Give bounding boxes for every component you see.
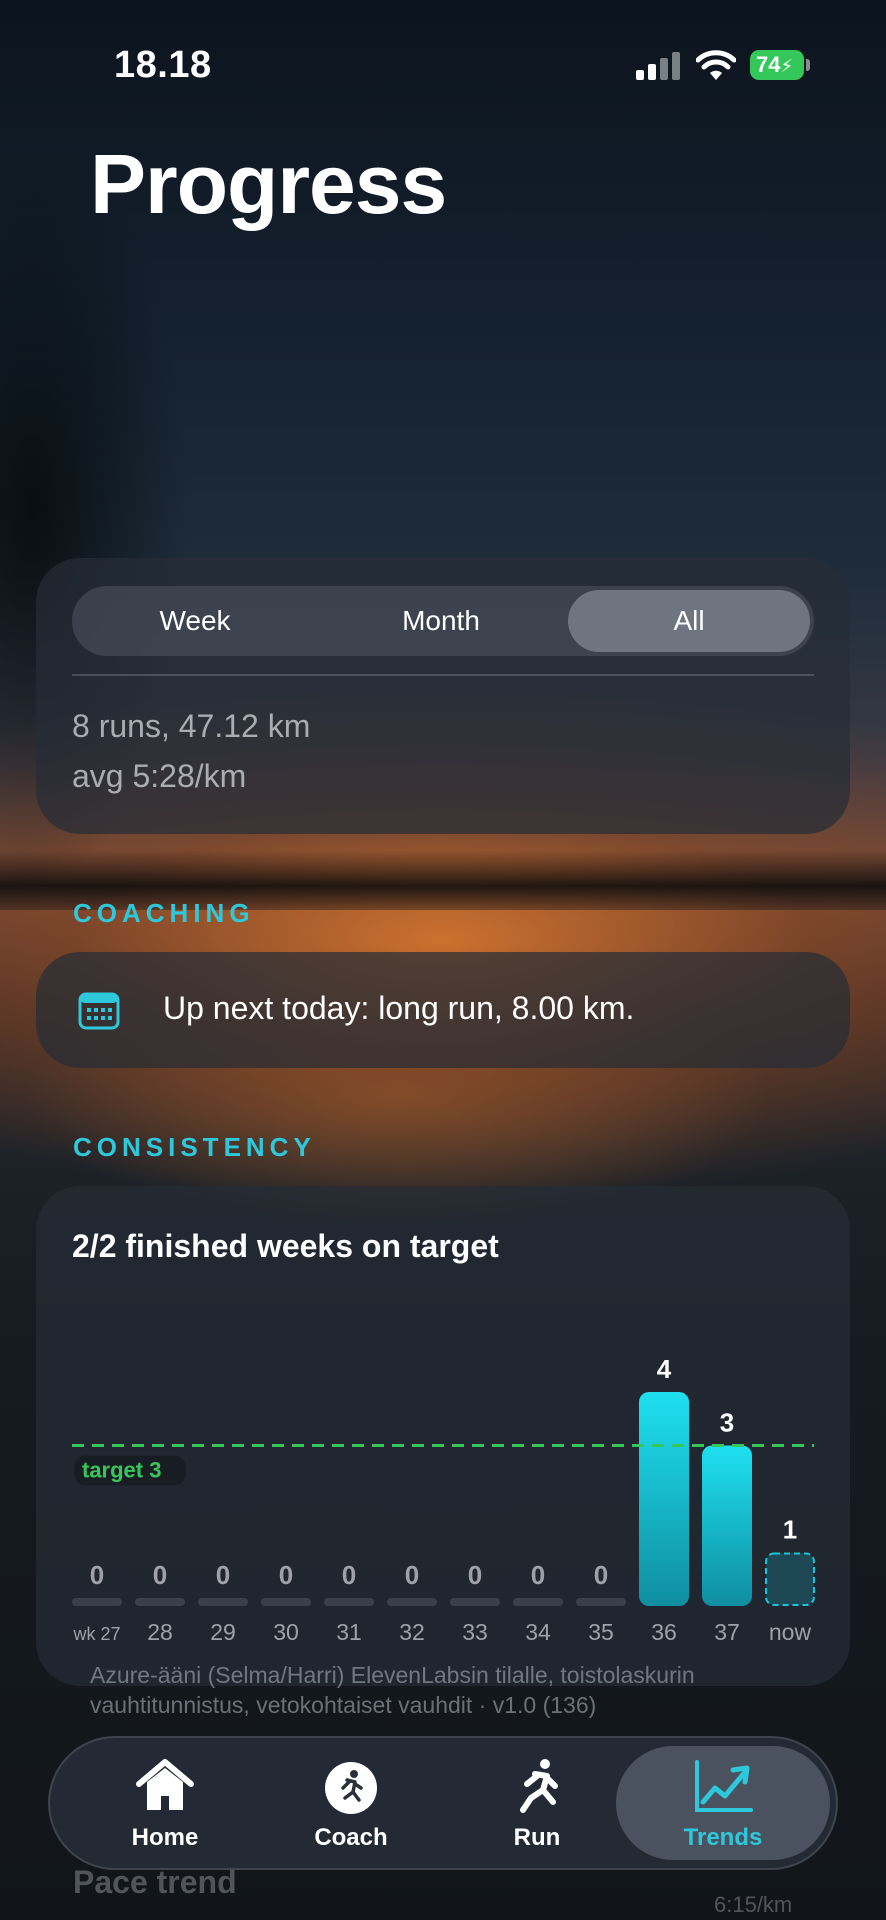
chart-value-label: 0 bbox=[468, 1560, 482, 1590]
chart-category-label: 37 bbox=[714, 1619, 740, 1645]
chart-bar-empty bbox=[135, 1598, 185, 1606]
chart-bar-empty bbox=[261, 1598, 311, 1606]
period-segmented-control: Week Month All bbox=[72, 586, 814, 656]
chart-category-label: 32 bbox=[399, 1619, 425, 1645]
consistency-card: 2/2 finished weeks on target 0 wk 27 0 28 0 2… bbox=[36, 1186, 850, 1686]
coaching-section-label: COACHING bbox=[73, 898, 255, 928]
house-icon bbox=[136, 1759, 194, 1810]
summary-card: Week Month All 8 runs, 47.12 km avg 5:28… bbox=[36, 558, 850, 834]
chart-category-label: 34 bbox=[525, 1619, 551, 1645]
battery-level: 74 bbox=[756, 52, 781, 77]
chart-value-label: 0 bbox=[342, 1560, 356, 1590]
tab-coach[interactable]: Coach bbox=[266, 1738, 436, 1868]
charging-bolt-icon: ⚡ bbox=[780, 56, 794, 76]
chart-value-label: 0 bbox=[279, 1560, 293, 1590]
chart-trend-icon bbox=[695, 1760, 753, 1812]
chart-value-label: 0 bbox=[90, 1560, 104, 1590]
chart-bar-empty bbox=[513, 1598, 563, 1606]
target-label: target 3 bbox=[82, 1458, 161, 1483]
status-time: 18.18 bbox=[114, 44, 212, 86]
coaching-card[interactable]: Up next today: long run, 8.00 km. bbox=[36, 952, 850, 1068]
chart-category-label: 30 bbox=[273, 1619, 299, 1645]
tab-trends[interactable]: Trends bbox=[616, 1746, 830, 1860]
weekly-runs-chart: 0 wk 27 0 28 0 29 0 30 0 31 0 32 0 33 0 34 0 35 4 36 3 37 1 now… bbox=[72, 1354, 815, 1645]
chart-category-label: 28 bbox=[147, 1619, 173, 1645]
chart-value-label: 0 bbox=[405, 1560, 419, 1590]
tab-run-label: Run bbox=[513, 1824, 561, 1851]
chart-bar-empty bbox=[72, 1598, 122, 1606]
page-title: Progress bbox=[90, 137, 447, 231]
chart-category-label: 31 bbox=[336, 1619, 362, 1645]
chart-bar-empty bbox=[576, 1598, 626, 1606]
chart-category-label: 33 bbox=[462, 1619, 488, 1645]
consistency-section-label: CONSISTENCY bbox=[73, 1132, 316, 1162]
chart-value-label: 1 bbox=[783, 1515, 797, 1545]
pace-trend-value: 6:15/km bbox=[714, 1892, 793, 1917]
runner-icon bbox=[520, 1759, 558, 1813]
tab-trends-label: Trends bbox=[683, 1824, 763, 1851]
battery-indicator: 74⚡ bbox=[750, 50, 804, 80]
segment-week[interactable]: Week bbox=[72, 586, 318, 656]
chart-bar-empty bbox=[450, 1598, 500, 1606]
chart-value-label: 3 bbox=[720, 1408, 734, 1438]
battery-nub bbox=[806, 59, 810, 71]
chart-category-label: 29 bbox=[210, 1619, 236, 1645]
chart-bar-empty bbox=[324, 1598, 374, 1606]
divider bbox=[72, 674, 814, 676]
chart-bar bbox=[702, 1445, 752, 1606]
tab-coach-label: Coach bbox=[314, 1824, 388, 1851]
cellular-signal-icon bbox=[636, 52, 680, 80]
chart-bar bbox=[639, 1392, 689, 1606]
chart-value-label: 4 bbox=[657, 1354, 672, 1384]
chart-value-label: 0 bbox=[531, 1560, 545, 1590]
chart-category-label: now bbox=[769, 1619, 812, 1645]
chart-category-label: 36 bbox=[651, 1619, 677, 1645]
chart-bar-empty bbox=[198, 1598, 248, 1606]
chart-value-label: 0 bbox=[216, 1560, 230, 1590]
calendar-icon bbox=[78, 992, 120, 1030]
chart-category-label: 35 bbox=[588, 1619, 614, 1645]
chart-category-label: wk 27 bbox=[72, 1624, 120, 1644]
summary-runs-distance: 8 runs, 47.12 km bbox=[72, 708, 311, 744]
summary-avg-pace: avg 5:28/km bbox=[72, 758, 247, 794]
segment-month[interactable]: Month bbox=[318, 586, 564, 656]
coaching-next-run-text: Up next today: long run, 8.00 km. bbox=[163, 990, 635, 1026]
tab-home-label: Home bbox=[131, 1824, 199, 1851]
coach-icon bbox=[325, 1762, 377, 1814]
segment-all[interactable]: All bbox=[568, 590, 810, 652]
chart-bar-current bbox=[765, 1552, 815, 1606]
status-bar: 18.18 74⚡ bbox=[0, 40, 886, 90]
chart-value-label: 0 bbox=[594, 1560, 608, 1590]
chart-value-label: 0 bbox=[153, 1560, 167, 1590]
tab-bar: Home Coach Run Trends bbox=[48, 1736, 838, 1870]
tab-home[interactable]: Home bbox=[80, 1738, 250, 1868]
version-note: Azure-ääni (Selma/Harri) ElevenLabsin ti… bbox=[90, 1662, 695, 1718]
tab-run[interactable]: Run bbox=[452, 1738, 622, 1868]
chart-bar-empty bbox=[387, 1598, 437, 1606]
wifi-icon bbox=[696, 50, 736, 80]
